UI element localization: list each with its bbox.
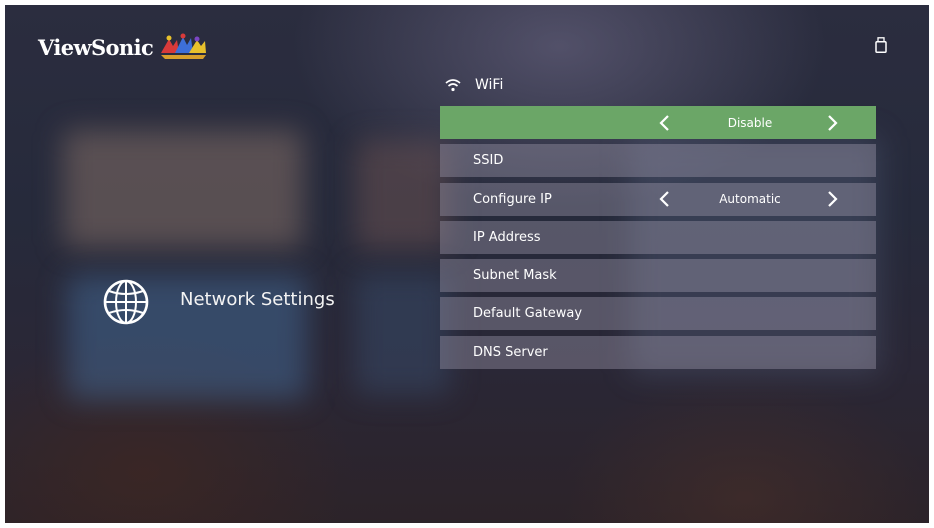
- globe-icon: [103, 279, 149, 325]
- dns-server-label: DNS Server: [473, 344, 548, 360]
- configure-ip-value: Automatic: [719, 192, 781, 207]
- ssid-label: SSID: [473, 153, 504, 169]
- default-gateway-row[interactable]: Default Gateway: [440, 297, 876, 331]
- ssid-row[interactable]: SSID: [440, 144, 876, 178]
- chevron-right-icon[interactable]: [825, 114, 839, 132]
- background-blur-tile: [63, 130, 303, 248]
- subnet-mask-row[interactable]: Subnet Mask: [440, 259, 876, 293]
- configure-ip-row[interactable]: Configure IP Automatic: [440, 182, 876, 216]
- projector-screen: ViewSonic Network Settings WiFi Disable …: [5, 5, 929, 523]
- brand-logo: ViewSonic: [38, 31, 207, 63]
- wifi-toggle-row[interactable]: Disable: [440, 106, 876, 139]
- background-blur-tile: [355, 273, 450, 395]
- wifi-label: WiFi: [475, 77, 504, 93]
- default-gateway-label: Default Gateway: [473, 306, 583, 322]
- wifi-header: WiFi: [445, 77, 503, 93]
- dns-server-row[interactable]: DNS Server: [440, 335, 876, 369]
- wifi-icon: [445, 79, 461, 92]
- wifi-toggle-value: Disable: [727, 115, 773, 130]
- section-title: Network Settings: [180, 289, 335, 310]
- configure-ip-label: Configure IP: [473, 191, 552, 207]
- subnet-mask-label: Subnet Mask: [473, 268, 557, 284]
- chevron-left-icon[interactable]: [658, 114, 672, 132]
- chevron-left-icon[interactable]: [658, 190, 672, 208]
- ip-address-row[interactable]: IP Address: [440, 220, 876, 254]
- wifi-settings-menu: Disable SSID Configure IP Automatic IP A…: [440, 106, 876, 374]
- background-blur-tile: [355, 140, 450, 250]
- birds-logo-icon: [161, 33, 207, 59]
- brand-name: ViewSonic: [38, 34, 154, 60]
- usb-drive-icon: [875, 37, 887, 53]
- ip-address-label: IP Address: [473, 229, 541, 245]
- chevron-right-icon[interactable]: [825, 190, 839, 208]
